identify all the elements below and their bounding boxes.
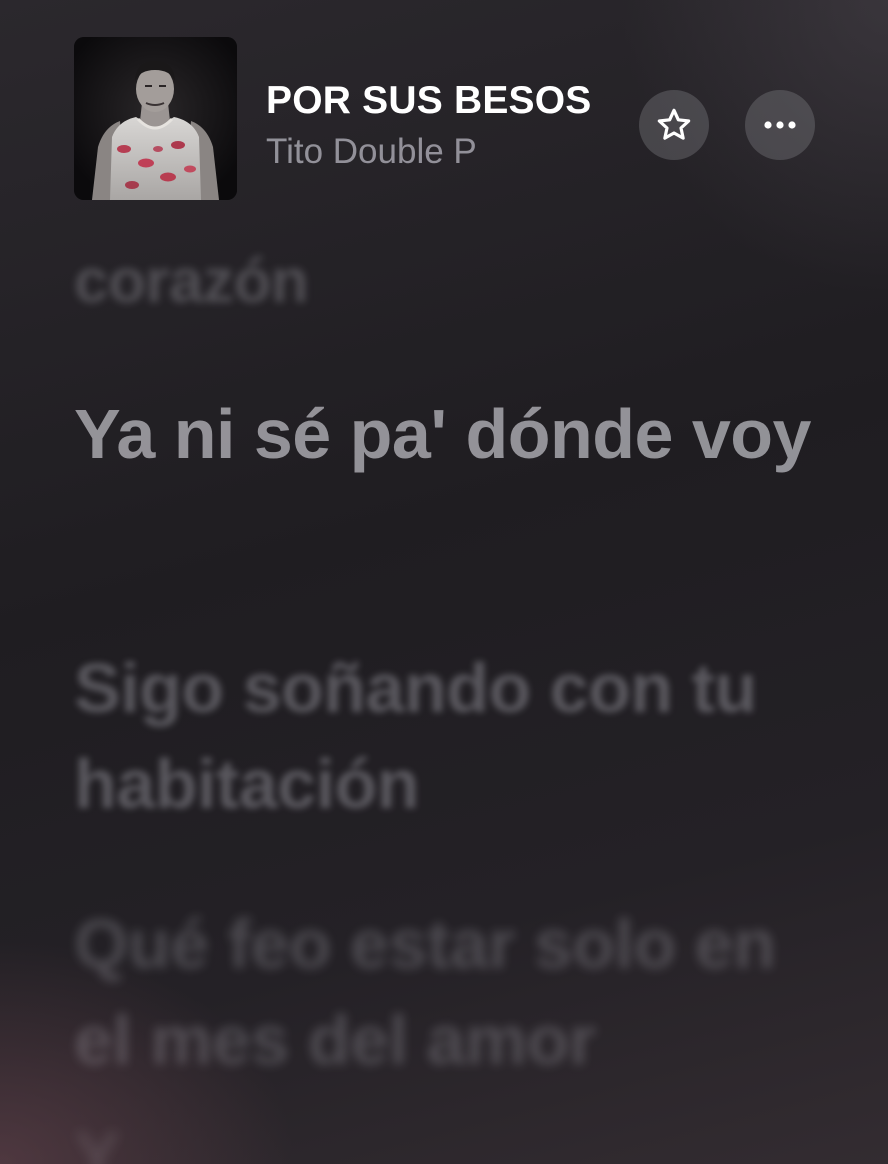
ellipsis-icon <box>764 121 796 129</box>
more-options-button[interactable] <box>745 90 815 160</box>
lyric-line-current[interactable]: Ya ni sé pa' dónde voy <box>74 386 812 482</box>
lyric-line-previous[interactable]: corazón <box>74 234 309 330</box>
artist-name[interactable]: Tito Double P <box>266 130 634 174</box>
favorite-button[interactable] <box>639 90 709 160</box>
lyric-line-upcoming[interactable]: Sigo soñando con tu habitación <box>74 640 814 832</box>
album-artwork[interactable] <box>74 37 237 200</box>
lyric-line-upcoming[interactable]: Qué feo estar solo en el mes del amor <box>74 896 814 1088</box>
track-info[interactable]: POR SUS BESOS Tito Double P <box>266 78 634 174</box>
now-playing-lyrics-screen: POR SUS BESOS Tito Double P corazón Ya n… <box>0 0 888 1164</box>
star-icon <box>657 108 691 140</box>
song-title: POR SUS BESOS <box>266 79 592 122</box>
now-playing-header: POR SUS BESOS Tito Double P <box>0 0 888 220</box>
album-artwork-image <box>74 37 237 200</box>
lyric-line-upcoming[interactable]: Y <box>74 1108 121 1164</box>
